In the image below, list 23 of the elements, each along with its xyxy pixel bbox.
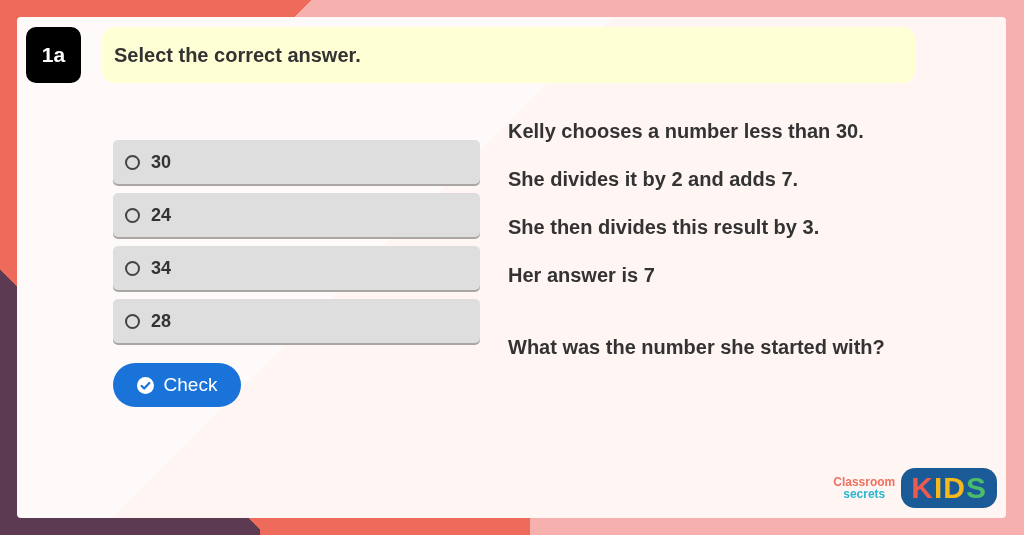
question-text: What was the number she started with? (508, 335, 885, 360)
problem-text: Kelly chooses a number less than 30. (508, 119, 865, 144)
answer-option[interactable]: 24 (113, 193, 480, 237)
radio-icon (125, 207, 140, 223)
check-button[interactable]: Check (113, 363, 241, 407)
answer-option[interactable]: 28 (113, 299, 480, 343)
radio-icon (125, 260, 140, 276)
option-label: 34 (151, 257, 172, 279)
problem-text: She divides it by 2 and adds 7. (508, 167, 800, 192)
question-number: 1a (26, 27, 81, 83)
classroom-secrets-logo: Classroom secrets (833, 476, 896, 500)
option-label: 28 (151, 310, 172, 332)
instruction-banner: Select the correct answer. (102, 27, 915, 83)
problem-text: She then divides this result by 3. (508, 215, 821, 240)
radio-icon (125, 313, 140, 329)
answer-option[interactable]: 34 (113, 246, 480, 290)
answer-option[interactable]: 30 (113, 140, 480, 184)
option-label: 30 (151, 151, 172, 173)
check-circle-icon (136, 376, 154, 394)
radio-icon (125, 154, 140, 170)
kids-logo: KIDS (901, 468, 997, 508)
problem-text: Her answer is 7 (508, 263, 656, 288)
option-label: 24 (151, 204, 172, 226)
